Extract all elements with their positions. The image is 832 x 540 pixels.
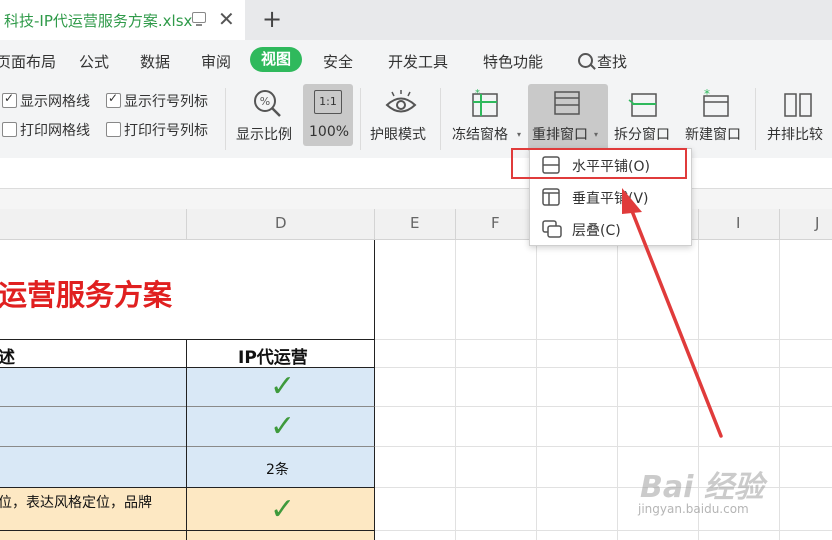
watermark-logo: Bai 经验	[640, 470, 764, 505]
watermark-url: jingyan.baidu.com	[638, 502, 749, 516]
annotation-arrow	[622, 188, 723, 438]
